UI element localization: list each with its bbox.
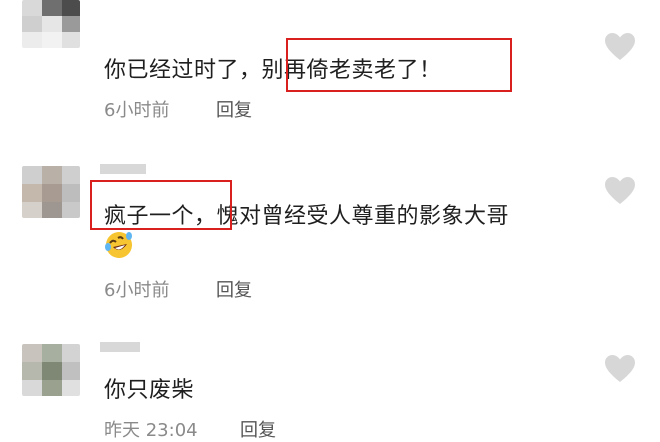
heart-icon[interactable] [604,176,636,206]
comment-time: 6小时前 [104,100,170,121]
username-blur [100,164,146,174]
highlight-box [286,38,512,92]
comment-item: 疯子一个，愧对曾经受人尊重的影象大哥 6小时前 回复 [0,150,660,310]
heart-icon[interactable] [604,32,636,62]
comment-item: 你只废柴 昨天 23:04 回复 [0,330,660,442]
comment-item: 你已经过时了，别再倚老卖老了！ 6小时前 回复 [0,0,660,140]
avatar[interactable] [22,0,80,48]
username-blur [100,342,140,352]
avatar[interactable] [22,344,80,396]
heart-icon[interactable] [604,354,636,384]
avatar[interactable] [22,166,80,218]
reply-button[interactable]: 回复 [216,96,252,122]
comment-time: 昨天 23:04 [104,420,198,441]
reply-button[interactable]: 回复 [240,416,276,442]
comment-time: 6小时前 [104,280,170,301]
reply-button[interactable]: 回复 [216,276,252,302]
rolling-on-floor-laughing-emoji [105,232,132,258]
highlight-box [90,180,232,230]
comment-text: 你只废柴 [104,378,195,403]
